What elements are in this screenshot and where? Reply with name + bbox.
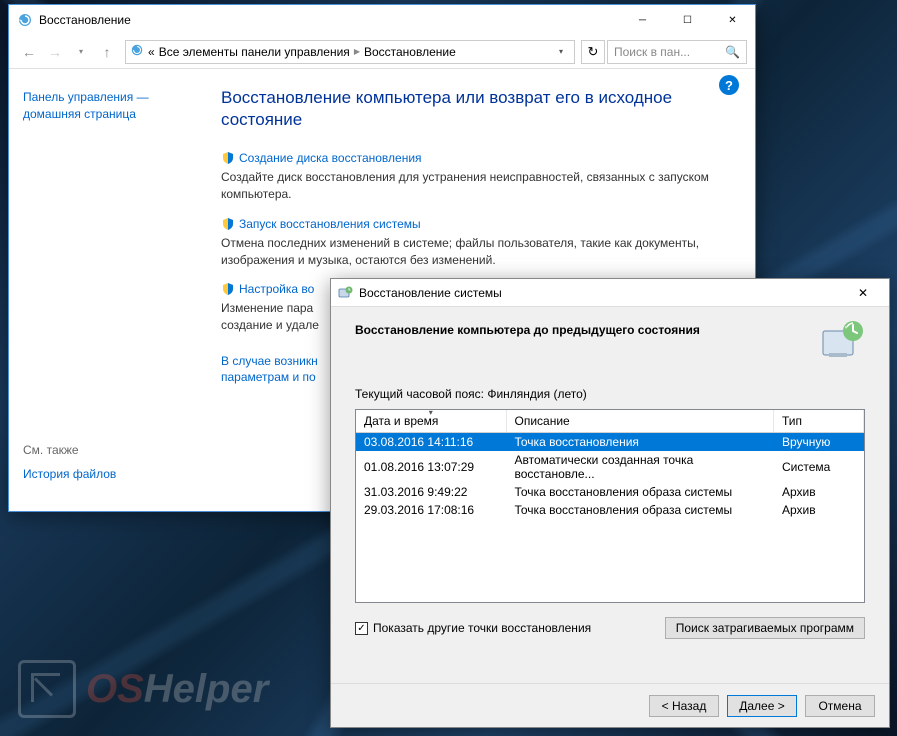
dialog-footer: < Назад Далее > Отмена	[331, 683, 889, 727]
dialog-title: Восстановление системы	[359, 286, 843, 300]
recovery-icon	[130, 43, 144, 60]
recovery-icon	[17, 12, 33, 28]
dialog-heading: Восстановление компьютера до предыдущего…	[355, 323, 865, 337]
table-row[interactable]: 01.08.2016 13:07:29 Автоматически создан…	[356, 451, 864, 483]
shield-icon	[221, 151, 235, 165]
nav-forward-button[interactable]: →	[43, 40, 67, 64]
address-bar[interactable]: « Все элементы панели управления ▶ Восст…	[125, 40, 575, 64]
create-recovery-disk-link[interactable]: Создание диска восстановления	[221, 151, 725, 165]
cancel-button[interactable]: Отмена	[805, 695, 875, 717]
search-input[interactable]: Поиск в пан... 🔍	[607, 40, 747, 64]
system-restore-dialog: Восстановление системы ✕ Восстановление …	[330, 278, 890, 728]
system-restore-icon	[337, 285, 353, 301]
search-icon: 🔍	[725, 45, 740, 59]
sidebar: Панель управления — домашняя страница См…	[9, 69, 209, 511]
column-header-description[interactable]: Описание	[506, 410, 774, 433]
dialog-options-row: ✓ Показать другие точки восстановления П…	[355, 617, 865, 639]
refresh-button[interactable]: ↻	[581, 40, 605, 64]
watermark-text: OSHelper	[86, 667, 268, 712]
maximize-button[interactable]: ☐	[665, 6, 710, 35]
shield-icon	[221, 217, 235, 231]
recovery-option: Создание диска восстановления Создайте д…	[221, 151, 725, 203]
nav-up-button[interactable]: ↑	[95, 40, 119, 64]
sidebar-see-also: См. также	[23, 443, 195, 457]
page-heading: Восстановление компьютера или возврат ег…	[221, 87, 725, 131]
close-button[interactable]: ✕	[710, 6, 755, 35]
table-row[interactable]: 03.08.2016 14:11:16 Точка восстановления…	[356, 433, 864, 452]
start-system-restore-link[interactable]: Запуск восстановления системы	[221, 217, 725, 231]
option-description: Создайте диск восстановления для устране…	[221, 169, 725, 203]
column-header-datetime[interactable]: ▾Дата и время	[356, 410, 506, 433]
table-row[interactable]: 29.03.2016 17:08:16 Точка восстановления…	[356, 501, 864, 519]
shield-icon	[221, 282, 235, 296]
breadcrumb-item[interactable]: Восстановление	[364, 45, 456, 59]
next-button[interactable]: Далее >	[727, 695, 797, 717]
window-title: Восстановление	[39, 13, 620, 27]
watermark: OSHelper	[18, 660, 268, 718]
restore-points-table[interactable]: ▾Дата и время Описание Тип 03.08.2016 14…	[355, 409, 865, 603]
sidebar-home-link[interactable]: Панель управления — домашняя страница	[23, 89, 195, 123]
window-controls: ─ ☐ ✕	[620, 6, 755, 35]
recovery-option: Запуск восстановления системы Отмена пос…	[221, 217, 725, 269]
navbar: ← → ▾ ↑ « Все элементы панели управления…	[9, 35, 755, 69]
search-placeholder: Поиск в пан...	[614, 45, 690, 59]
timezone-label: Текущий часовой пояс: Финляндия (лето)	[355, 387, 865, 401]
scan-affected-programs-button[interactable]: Поиск затрагиваемых программ	[665, 617, 865, 639]
breadcrumb-item[interactable]: Все элементы панели управления	[159, 45, 350, 59]
sort-indicator-icon: ▾	[429, 409, 433, 417]
minimize-button[interactable]: ─	[620, 6, 665, 35]
table-row[interactable]: 31.03.2016 9:49:22 Точка восстановления …	[356, 483, 864, 501]
address-dropdown-icon[interactable]: ▾	[552, 47, 570, 56]
cursor-icon	[18, 660, 76, 718]
nav-recent-dropdown[interactable]: ▾	[69, 40, 93, 64]
column-header-type[interactable]: Тип	[774, 410, 864, 433]
option-description: Отмена последних изменений в системе; фа…	[221, 235, 725, 269]
back-button[interactable]: < Назад	[649, 695, 719, 717]
sidebar-file-history-link[interactable]: История файлов	[23, 467, 195, 481]
system-restore-hero-icon	[817, 317, 865, 365]
nav-back-button[interactable]: ←	[17, 40, 41, 64]
dialog-body: Восстановление компьютера до предыдущего…	[331, 307, 889, 655]
titlebar: Восстановление ─ ☐ ✕	[9, 5, 755, 35]
dialog-close-button[interactable]: ✕	[843, 280, 883, 306]
breadcrumb-separator: ▶	[354, 47, 360, 56]
help-icon[interactable]: ?	[719, 75, 739, 95]
breadcrumb-prefix: «	[148, 45, 155, 59]
dialog-titlebar: Восстановление системы ✕	[331, 279, 889, 307]
show-other-points-checkbox[interactable]: ✓ Показать другие точки восстановления	[355, 621, 591, 635]
checkbox-icon: ✓	[355, 622, 368, 635]
